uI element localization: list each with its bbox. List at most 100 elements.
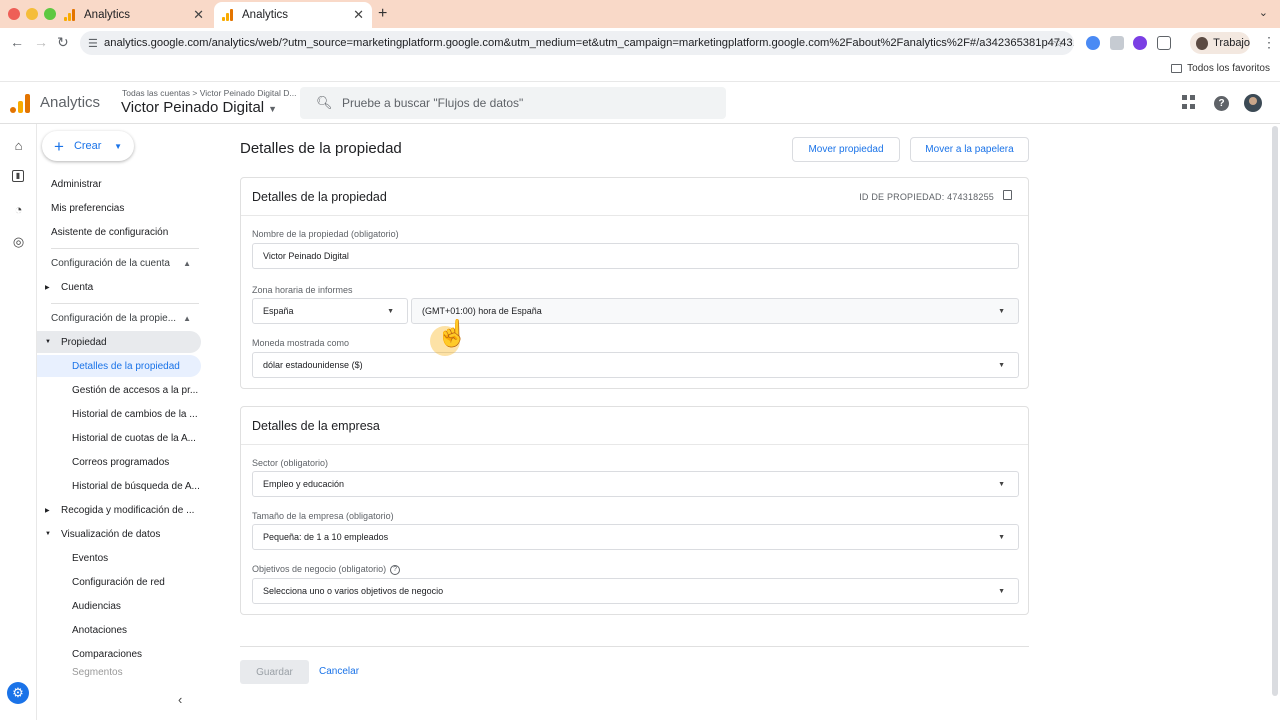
sidebar-item-eventos[interactable]: Eventos (37, 547, 201, 569)
profile-button[interactable]: Trabajo (1190, 32, 1250, 54)
sidebar-item-visualizacion[interactable]: ▼ Visualización de datos (37, 523, 201, 545)
browser-menu-icon[interactable]: ⋮ (1262, 34, 1276, 51)
minimize-window-button[interactable] (26, 8, 38, 20)
maximize-window-button[interactable] (44, 8, 56, 20)
all-bookmarks-folder[interactable]: Todos los favoritos (1171, 63, 1270, 74)
copy-icon[interactable] (1003, 190, 1012, 200)
sidebar-item-label: Gestión de accesos a la pr... (72, 384, 199, 396)
reports-icon[interactable]: ▮ (12, 170, 24, 182)
currency-select[interactable]: dólar estadounidense ($) ▼ (252, 352, 1019, 378)
close-window-button[interactable] (8, 8, 20, 20)
account-selector[interactable]: Victor Peinado Digital ▼ (121, 99, 277, 116)
sidebar-item-config-red[interactable]: Configuración de red (37, 571, 201, 593)
divider (241, 444, 1028, 445)
sidebar-item-audiencias[interactable]: Audiencias (37, 595, 201, 617)
sector-value: Empleo y educación (263, 479, 345, 489)
collapse-arrow-icon: ▼ (45, 531, 51, 537)
sidebar-item-segmentos[interactable]: Segmentos (37, 667, 201, 679)
tab-title: Analytics (242, 9, 289, 21)
sidebar-item-propiedad[interactable]: ▼ Propiedad (37, 331, 201, 353)
search-icon: 🔍︎ (316, 95, 333, 110)
sidebar-item-label: Historial de búsqueda de A... (72, 480, 200, 492)
tab-search-icon[interactable]: ⌄ (1259, 6, 1268, 19)
currency-label: Moneda mostrada como (252, 338, 350, 348)
browser-tab-active[interactable]: Analytics ✕ (214, 2, 372, 28)
business-goals-value: Selecciona uno o varios objetivos de neg… (263, 586, 444, 596)
sidebar-item-label: Historial de cuotas de la A... (72, 432, 196, 444)
sidebar-item-comparaciones[interactable]: Comparaciones (37, 643, 201, 665)
plus-icon: + (54, 136, 64, 156)
home-icon[interactable]: ⌂ (11, 138, 26, 153)
sidebar-item-label: Audiencias (72, 600, 121, 612)
close-tab-icon[interactable]: ✕ (353, 7, 364, 23)
sidebar-item-recogida[interactable]: ▶ Recogida y modificación de ... (37, 499, 201, 521)
cancel-button[interactable]: Cancelar (319, 666, 359, 677)
extension-icon[interactable] (1110, 36, 1124, 50)
extensions-puzzle-icon[interactable] (1157, 36, 1171, 50)
divider (241, 215, 1028, 216)
sidebar-item-historial-busqueda[interactable]: Historial de búsqueda de A... (37, 475, 201, 497)
forward-icon[interactable]: → (34, 34, 48, 50)
browser-tab[interactable]: Analytics ✕ (56, 2, 212, 28)
sidebar-item-label: Anotaciones (72, 624, 128, 636)
divider (240, 646, 1029, 647)
sidebar-item-administrar[interactable]: Administrar (37, 173, 201, 195)
sidebar-item-historial-cambios[interactable]: Historial de cambios de la ... (37, 403, 201, 425)
help-circle-icon[interactable]: ? (390, 564, 401, 575)
extension-icon[interactable] (1086, 36, 1100, 50)
timezone-label: Zona horaria de informes (252, 285, 353, 295)
sidebar-item-historial-cuotas[interactable]: Historial de cuotas de la A... (37, 427, 201, 449)
timezone-value: (GMT+01:00) hora de España (422, 306, 542, 316)
help-icon[interactable]: ? (1214, 96, 1229, 111)
move-property-button[interactable]: Mover propiedad (792, 137, 900, 162)
hand-pointer-cursor-icon: ☝ (428, 320, 468, 358)
search-input[interactable]: 🔍︎ Pruebe a buscar "Flujos de datos" (300, 87, 726, 119)
collapse-sidebar-icon[interactable]: ‹ (178, 692, 182, 707)
sidebar-item-gestion-accesos[interactable]: Gestión de accesos a la pr... (37, 379, 201, 401)
sidebar-item-detalles-propiedad[interactable]: Detalles de la propiedad (37, 355, 201, 377)
sidebar-item-label: Eventos (72, 552, 109, 564)
dropdown-arrow-icon: ▼ (998, 588, 1005, 595)
apps-grid-icon[interactable] (1182, 95, 1196, 109)
advertising-icon[interactable]: ◎ (11, 234, 26, 249)
sidebar-item-cuenta[interactable]: ▶ Cuenta (37, 276, 201, 298)
admin-gear-icon[interactable]: ⚙ (7, 682, 29, 704)
page-scrollbar[interactable] (1272, 126, 1278, 696)
sidebar-item-label: Comparaciones (72, 648, 143, 660)
caret-down-icon: ▼ (268, 104, 278, 114)
company-size-value: Pequeña: de 1 a 10 empleados (263, 532, 389, 542)
country-select[interactable]: España ▼ (252, 298, 408, 324)
business-goals-select[interactable]: Selecciona uno o varios objetivos de neg… (252, 578, 1019, 604)
property-name-input[interactable]: Victor Peinado Digital (252, 243, 1019, 269)
url-text: analytics.google.com/analytics/web/?utm_… (104, 37, 1074, 49)
site-info-icon[interactable]: ☰ (88, 37, 98, 50)
sidebar-item-label: Cuenta (61, 281, 94, 293)
bookmark-star-icon[interactable]: ☆ (1052, 35, 1064, 51)
sidebar-item-anotaciones[interactable]: Anotaciones (37, 619, 201, 641)
sidebar-item-asistente[interactable]: Asistente de configuración (37, 221, 201, 243)
breadcrumb[interactable]: Todas las cuentas > Victor Peinado Digit… (122, 88, 296, 98)
address-bar[interactable]: ☰ analytics.google.com/analytics/web/?ut… (80, 31, 1074, 55)
move-to-trash-button[interactable]: Mover a la papelera (910, 137, 1029, 162)
reload-icon[interactable]: ↻ (57, 34, 69, 51)
save-button[interactable]: Guardar (240, 660, 309, 684)
sidebar-item-label: Visualización de datos (61, 528, 161, 540)
timezone-select[interactable]: (GMT+01:00) hora de España ▼ (411, 298, 1019, 324)
sidebar-section-cuenta[interactable]: Configuración de la cuenta ▲ (37, 252, 201, 274)
close-tab-icon[interactable]: ✕ (193, 7, 204, 23)
explore-icon[interactable]: ◔ (11, 202, 26, 217)
analytics-favicon-icon (64, 9, 76, 21)
extension-icon[interactable] (1133, 36, 1147, 50)
sidebar-item-correos-programados[interactable]: Correos programados (37, 451, 201, 473)
create-button[interactable]: + Crear ▼ (42, 131, 134, 161)
analytics-logo-icon[interactable] (10, 93, 30, 113)
user-avatar[interactable] (1244, 94, 1262, 112)
back-icon[interactable]: ← (10, 34, 24, 50)
sidebar-section-propiedad[interactable]: Configuración de la propie... ▲ (37, 307, 201, 329)
sidebar-item-label: Configuración de la propie... (51, 312, 177, 324)
new-tab-icon[interactable]: + (378, 5, 387, 23)
sector-select[interactable]: Empleo y educación ▼ (252, 471, 1019, 497)
sidebar-item-preferencias[interactable]: Mis preferencias (37, 197, 201, 219)
company-size-select[interactable]: Pequeña: de 1 a 10 empleados ▼ (252, 524, 1019, 550)
create-label: Crear (73, 140, 102, 152)
